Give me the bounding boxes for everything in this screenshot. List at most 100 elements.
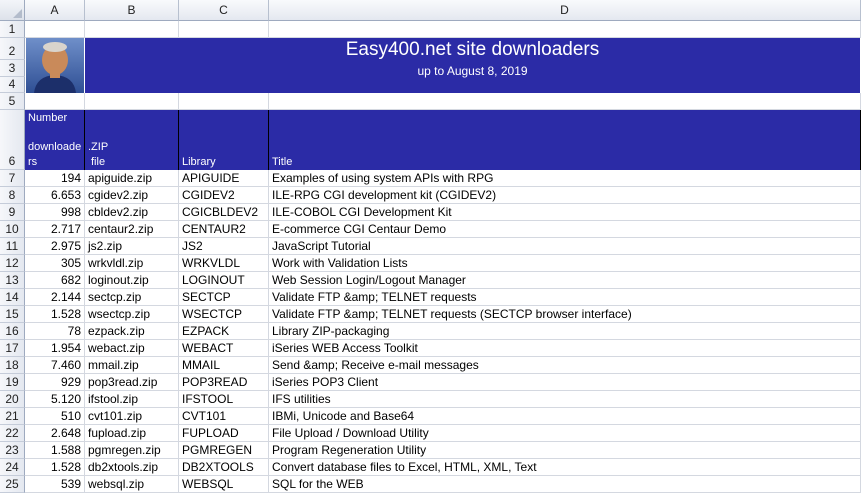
title-cell[interactable]: Work with Validation Lists <box>269 255 861 272</box>
row-header[interactable]: 14 <box>0 289 25 306</box>
zip-file-cell[interactable]: apiguide.zip <box>85 170 179 187</box>
zip-file-cell[interactable]: mmail.zip <box>85 357 179 374</box>
download-count-cell[interactable]: 510 <box>25 408 85 425</box>
download-count-cell[interactable]: 6.653 <box>25 187 85 204</box>
library-cell[interactable]: EZPACK <box>179 323 269 340</box>
column-header-d[interactable]: D <box>269 0 861 21</box>
library-cell[interactable]: WEBSQL <box>179 476 269 493</box>
library-cell[interactable]: APIGUIDE <box>179 170 269 187</box>
download-count-cell[interactable]: 1.954 <box>25 340 85 357</box>
cell[interactable] <box>85 93 179 110</box>
library-cell[interactable]: CGIDEV2 <box>179 187 269 204</box>
library-cell[interactable]: IFSTOOL <box>179 391 269 408</box>
row-header[interactable]: 16 <box>0 323 25 340</box>
row-header[interactable]: 8 <box>0 187 25 204</box>
download-count-cell[interactable]: 7.460 <box>25 357 85 374</box>
download-count-cell[interactable]: 78 <box>25 323 85 340</box>
library-cell[interactable]: SECTCP <box>179 289 269 306</box>
library-cell[interactable]: CVT101 <box>179 408 269 425</box>
download-count-cell[interactable]: 1.588 <box>25 442 85 459</box>
title-cell[interactable]: File Upload / Download Utility <box>269 425 861 442</box>
row-header[interactable]: 2 <box>0 38 25 60</box>
title-cell[interactable]: iSeries POP3 Client <box>269 374 861 391</box>
download-count-cell[interactable]: 2.648 <box>25 425 85 442</box>
library-cell[interactable]: LOGINOUT <box>179 272 269 289</box>
zip-file-cell[interactable]: js2.zip <box>85 238 179 255</box>
row-header[interactable]: 18 <box>0 357 25 374</box>
title-cell[interactable]: Library ZIP-packaging <box>269 323 861 340</box>
header-library[interactable]: Library <box>179 110 269 170</box>
download-count-cell[interactable]: 539 <box>25 476 85 493</box>
zip-file-cell[interactable]: sectcp.zip <box>85 289 179 306</box>
library-cell[interactable]: FUPLOAD <box>179 425 269 442</box>
title-cell[interactable]: Send &amp; Receive e-mail messages <box>269 357 861 374</box>
download-count-cell[interactable]: 2.144 <box>25 289 85 306</box>
zip-file-cell[interactable]: webact.zip <box>85 340 179 357</box>
title-cell[interactable]: IFS utilities <box>269 391 861 408</box>
title-cell[interactable]: ILE-COBOL CGI Development Kit <box>269 204 861 221</box>
library-cell[interactable]: WEBACT <box>179 340 269 357</box>
download-count-cell[interactable]: 2.717 <box>25 221 85 238</box>
cell[interactable] <box>25 21 85 38</box>
zip-file-cell[interactable]: cgidev2.zip <box>85 187 179 204</box>
download-count-cell[interactable]: 2.975 <box>25 238 85 255</box>
cell[interactable] <box>85 21 179 38</box>
library-cell[interactable]: CGICBLDEV2 <box>179 204 269 221</box>
zip-file-cell[interactable]: db2xtools.zip <box>85 459 179 476</box>
row-header[interactable]: 3 <box>0 60 25 77</box>
zip-file-cell[interactable]: wsectcp.zip <box>85 306 179 323</box>
download-count-cell[interactable]: 5.120 <box>25 391 85 408</box>
row-header[interactable]: 20 <box>0 391 25 408</box>
title-cell[interactable]: Validate FTP &amp; TELNET requests (SECT… <box>269 306 861 323</box>
zip-file-cell[interactable]: ifstool.zip <box>85 391 179 408</box>
row-header[interactable]: 24 <box>0 459 25 476</box>
download-count-cell[interactable]: 1.528 <box>25 459 85 476</box>
zip-file-cell[interactable]: pop3read.zip <box>85 374 179 391</box>
zip-file-cell[interactable]: pgmregen.zip <box>85 442 179 459</box>
download-count-cell[interactable]: 998 <box>25 204 85 221</box>
row-header[interactable]: 25 <box>0 476 25 493</box>
download-count-cell[interactable]: 682 <box>25 272 85 289</box>
row-header[interactable]: 23 <box>0 442 25 459</box>
download-count-cell[interactable]: 929 <box>25 374 85 391</box>
cell[interactable] <box>179 93 269 110</box>
column-header-c[interactable]: C <box>179 0 269 21</box>
title-cell[interactable]: Examples of using system APIs with RPG <box>269 170 861 187</box>
title-cell[interactable]: iSeries WEB Access Toolkit <box>269 340 861 357</box>
download-count-cell[interactable]: 1.528 <box>25 306 85 323</box>
row-header[interactable]: 15 <box>0 306 25 323</box>
cell[interactable] <box>269 21 861 38</box>
zip-file-cell[interactable]: centaur2.zip <box>85 221 179 238</box>
library-cell[interactable]: CENTAUR2 <box>179 221 269 238</box>
download-count-cell[interactable]: 305 <box>25 255 85 272</box>
row-header[interactable]: 12 <box>0 255 25 272</box>
row-header[interactable]: 5 <box>0 93 25 110</box>
library-cell[interactable]: WSECTCP <box>179 306 269 323</box>
zip-file-cell[interactable]: loginout.zip <box>85 272 179 289</box>
library-cell[interactable]: MMAIL <box>179 357 269 374</box>
zip-file-cell[interactable]: fupload.zip <box>85 425 179 442</box>
zip-file-cell[interactable]: cbldev2.zip <box>85 204 179 221</box>
row-header[interactable]: 21 <box>0 408 25 425</box>
title-cell[interactable]: JavaScript Tutorial <box>269 238 861 255</box>
header-zip-file[interactable]: .ZIP file <box>85 110 179 170</box>
download-count-cell[interactable]: 194 <box>25 170 85 187</box>
column-header-b[interactable]: B <box>85 0 179 21</box>
zip-file-cell[interactable]: cvt101.zip <box>85 408 179 425</box>
row-header[interactable]: 7 <box>0 170 25 187</box>
library-cell[interactable]: JS2 <box>179 238 269 255</box>
row-header[interactable]: 11 <box>0 238 25 255</box>
title-cell[interactable]: Web Session Login/Logout Manager <box>269 272 861 289</box>
zip-file-cell[interactable]: wrkvldl.zip <box>85 255 179 272</box>
header-number-downloaders[interactable]: Number downloade rs <box>25 110 85 170</box>
column-header-a[interactable]: A <box>25 0 85 21</box>
zip-file-cell[interactable]: ezpack.zip <box>85 323 179 340</box>
cell[interactable] <box>25 93 85 110</box>
cell[interactable] <box>269 93 861 110</box>
title-cell[interactable]: Program Regeneration Utility <box>269 442 861 459</box>
row-header[interactable]: 1 <box>0 21 25 38</box>
row-header[interactable]: 13 <box>0 272 25 289</box>
row-header[interactable]: 10 <box>0 221 25 238</box>
library-cell[interactable]: DB2XTOOLS <box>179 459 269 476</box>
library-cell[interactable]: POP3READ <box>179 374 269 391</box>
